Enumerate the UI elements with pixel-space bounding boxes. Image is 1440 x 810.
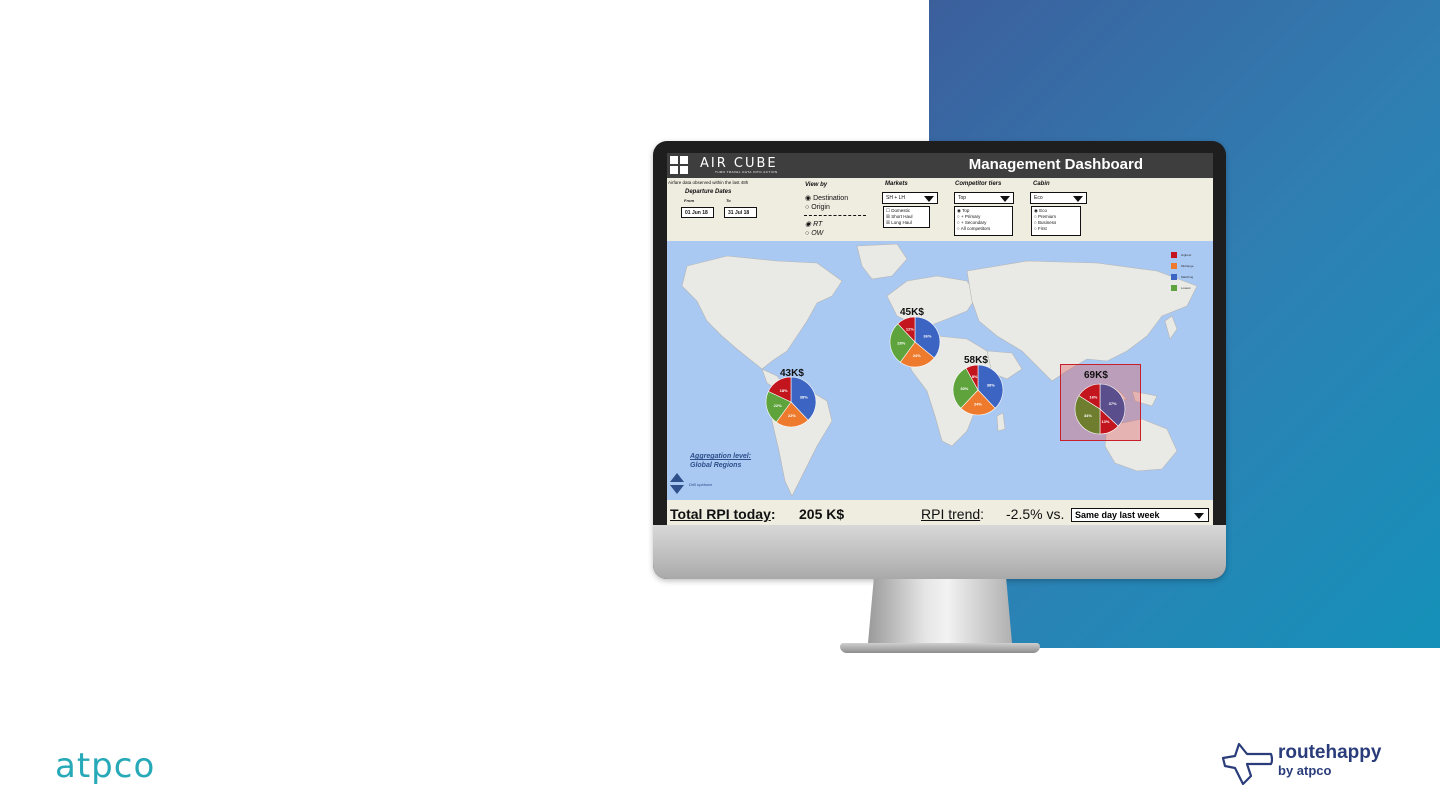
pie-slice-label: 8%: [972, 374, 978, 379]
atpco-logo: atpco: [55, 746, 156, 786]
cabin-dropdown[interactable]: Eco: [1030, 192, 1087, 204]
view-by-origin-radio[interactable]: ○ Origin: [805, 204, 830, 211]
app-tagline: TURN TRAVEL DATA INTO ACTION: [715, 170, 778, 174]
pie-asia-pacific[interactable]: 37% 13% 34% 16%: [1074, 383, 1126, 435]
pie-africa-middle-east[interactable]: 38% 24% 30% 8%: [952, 364, 1004, 416]
app-name: AIR CUBE: [700, 156, 778, 171]
monitor-chin: [653, 525, 1226, 579]
to-date-field[interactable]: 31 Jul 18: [724, 207, 757, 218]
domestic-label: Domestic: [891, 208, 911, 213]
trip-ow-radio[interactable]: ○ OW: [805, 230, 823, 237]
destination-label: Destination: [813, 195, 849, 202]
rpi-trend-label-text: RPI trend: [921, 506, 981, 522]
ow-label: OW: [811, 230, 824, 237]
pie-slice-label: 36%: [923, 334, 931, 339]
aggregation-level-value: Global Regions: [690, 462, 742, 469]
market-longhaul-checkbox[interactable]: ☒ Long Haul: [886, 220, 927, 226]
filter-panel: Airfare data observed within the last 48…: [667, 178, 1213, 241]
cabin-first-radio[interactable]: ○ First: [1034, 226, 1078, 232]
windows-grid-icon: [670, 156, 688, 174]
tier-primary-label: + Primary: [960, 214, 981, 219]
pie-slice-label: 12%: [906, 327, 914, 332]
pie-slice-label: 38%: [800, 394, 808, 399]
rt-label: RT: [813, 221, 823, 228]
pie-slice-label: 22%: [774, 403, 782, 408]
comparison-dropdown[interactable]: Same day last week: [1071, 508, 1209, 522]
pie-slice-label: 28%: [897, 340, 905, 345]
dashboard-screen: AIR CUBE TURN TRAVEL DATA INTO ACTION Ma…: [667, 153, 1213, 525]
data-freshness-note: Airfare data observed within the last 48…: [668, 180, 749, 185]
chevron-down-icon: [1073, 196, 1083, 202]
tier-selected: Top: [958, 195, 967, 201]
cabin-eco-label: Eco: [1039, 208, 1047, 213]
short-haul-label: Short Haul: [891, 214, 913, 219]
competitor-tiers-dropdown[interactable]: Top: [954, 192, 1014, 204]
drill-updown-icon[interactable]: [670, 473, 684, 495]
pie-slice-label: 24%: [913, 353, 921, 358]
competitor-tiers-options: ◉ Top ○ + Primary ○ + Secondary ○ All co…: [954, 206, 1013, 236]
tier-all-label: All competitors: [960, 226, 991, 231]
pie-slice-label: 18%: [780, 388, 788, 393]
aggregation-level-label: Aggregation level:: [690, 453, 752, 460]
from-label: From: [684, 198, 694, 203]
routehappy-logo: routehappy: [1278, 742, 1382, 763]
pie-slice-label: 24%: [974, 401, 982, 406]
long-haul-label: Long Haul: [891, 220, 912, 225]
pie-americas[interactable]: 38% 22% 22% 18%: [765, 376, 817, 428]
rpi-trend-label: RPI trend:: [921, 506, 985, 522]
cabin-business-label: Business: [1037, 220, 1057, 225]
markets-dropdown[interactable]: SH + LH: [882, 192, 938, 204]
competitor-tiers-title: Competitor tiers: [955, 181, 1002, 187]
tier-secondary-label: + Secondary: [960, 220, 987, 225]
chevron-down-icon: [1000, 196, 1010, 202]
plane-outline-icon: [1221, 742, 1274, 786]
tier-top-label: Top: [962, 208, 970, 213]
cabin-options: ◉ Eco ○ Premium ○ Business ○ First: [1031, 206, 1081, 236]
monitor-base: [840, 643, 1040, 653]
chevron-down-icon: [1194, 513, 1204, 519]
cabin-first-label: First: [1037, 226, 1047, 231]
divider: [804, 215, 866, 216]
monitor-stand: [868, 579, 1012, 643]
rpi-trend-value: -2.5% vs.: [1006, 506, 1065, 522]
origin-label: Origin: [811, 204, 830, 211]
total-rpi-label-text: Total RPI today: [670, 506, 771, 522]
view-by-destination-radio[interactable]: ◉ Destination: [805, 194, 848, 202]
region-pie-charts[interactable]: 38% 22% 22% 18% 36% 24% 28% 12% 38% 24% 30% 8% 37% 13…: [667, 241, 1213, 500]
chevron-down-icon: [924, 196, 934, 202]
markets-selected: SH + LH: [886, 195, 906, 201]
slide: AIR CUBE TURN TRAVEL DATA INTO ACTION Ma…: [0, 0, 1440, 810]
cabin-premium-label: Premium: [1037, 214, 1056, 219]
total-rpi-label: Total RPI today:: [670, 506, 776, 522]
app-header: AIR CUBE TURN TRAVEL DATA INTO ACTION Ma…: [667, 153, 1213, 178]
markets-title: Markets: [885, 181, 908, 187]
pie-slice-label: 30%: [960, 386, 968, 391]
trip-rt-radio[interactable]: ◉ RT: [805, 220, 822, 228]
comparison-selected: Same day last week: [1075, 510, 1160, 520]
markets-options: ☐ Domestic ☒ Short Haul ☒ Long Haul: [883, 206, 930, 228]
page-title: Management Dashboard: [968, 156, 1143, 173]
total-rpi-value: 205 K$: [799, 506, 845, 522]
pie-slice-label: 37%: [1109, 401, 1117, 406]
departure-dates-title: Departure Dates: [685, 189, 732, 195]
pie-slice-label: 13%: [1101, 419, 1109, 424]
to-label: To: [726, 198, 731, 203]
view-by-title: View by: [805, 182, 828, 188]
from-date-field[interactable]: 01 Jun 18: [681, 207, 714, 218]
tier-all-radio[interactable]: ○ All competitors: [957, 226, 1010, 232]
cabin-selected: Eco: [1034, 195, 1043, 201]
world-map[interactable]: Highest Midrange Matching Lowest 43K$ 45…: [667, 241, 1213, 500]
pie-slice-label: 34%: [1084, 413, 1092, 418]
routehappy-subtitle: by atpco: [1278, 763, 1332, 778]
pie-slice-label: 22%: [788, 413, 796, 418]
pie-slice-label: 16%: [1089, 394, 1097, 399]
pie-europe[interactable]: 36% 24% 28% 12%: [889, 316, 941, 368]
pie-slice-label: 38%: [987, 382, 995, 387]
cabin-title: Cabin: [1033, 181, 1050, 187]
drill-label: Drill up/down: [689, 482, 713, 487]
